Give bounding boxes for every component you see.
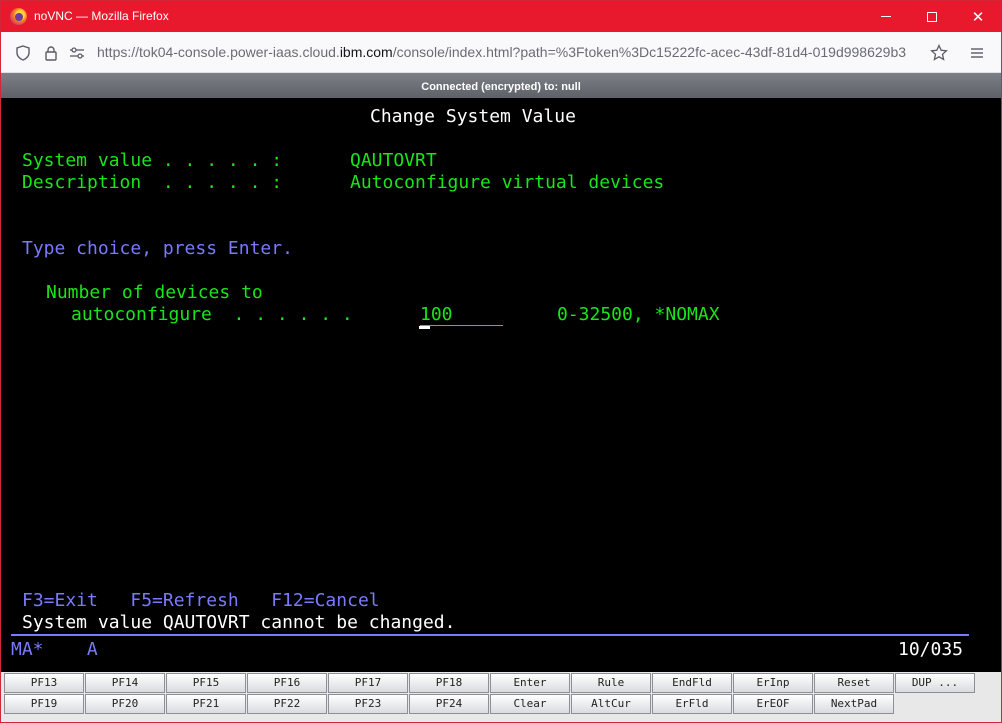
terminal-screen[interactable]: Change System Value System value . . . .… — [1, 98, 1001, 672]
window-title: noVNC — Mozilla Firefox — [34, 9, 169, 23]
hamburger-menu-icon[interactable] — [967, 43, 987, 63]
key-pf14[interactable]: PF14 — [85, 673, 165, 693]
key-pf23[interactable]: PF23 — [328, 694, 408, 714]
instruction-text: Type choice, press Enter. — [22, 238, 293, 259]
key-rule[interactable]: Rule — [571, 673, 651, 693]
bookmark-star-icon[interactable] — [929, 43, 949, 63]
url-prefix: https://tok04-console.power-iaas.cloud. — [97, 44, 340, 60]
field-label-line2: autoconfigure . . . . . . — [71, 304, 353, 325]
key-pf19[interactable]: PF19 — [4, 694, 84, 714]
function-keypad: PF13 PF14 PF15 PF16 PF17 PF18 Enter Rule… — [1, 672, 1001, 722]
key-clear[interactable]: Clear — [490, 694, 570, 714]
minimize-button[interactable] — [863, 1, 909, 32]
cursor-position: 10/035 — [898, 639, 964, 660]
description-value: Autoconfigure virtual devices — [350, 172, 665, 193]
key-enter[interactable]: Enter — [490, 673, 570, 693]
key-pf22[interactable]: PF22 — [247, 694, 327, 714]
key-pf24[interactable]: PF24 — [409, 694, 489, 714]
field-label-line1: Number of devices to — [46, 282, 263, 303]
screen-title: Change System Value — [370, 106, 576, 127]
key-pf13[interactable]: PF13 — [4, 673, 84, 693]
key-pf15[interactable]: PF15 — [166, 673, 246, 693]
key-erfld[interactable]: ErFld — [652, 694, 732, 714]
key-pf18[interactable]: PF18 — [409, 673, 489, 693]
key-pf21[interactable]: PF21 — [166, 694, 246, 714]
browser-window: noVNC — Mozilla Firefox ✕ https://tok04-… — [0, 0, 1002, 723]
key-reset[interactable]: Reset — [814, 673, 894, 693]
permissions-icon[interactable] — [67, 43, 87, 63]
key-dup[interactable]: DUP ... — [895, 673, 975, 693]
system-value-value: QAUTOVRT — [350, 150, 437, 171]
key-pf20[interactable]: PF20 — [85, 694, 165, 714]
key-pf17[interactable]: PF17 — [328, 673, 408, 693]
description-label: Description . . . . . : — [22, 172, 283, 193]
tracking-protection-shield-icon[interactable] — [13, 43, 33, 63]
text-cursor — [419, 326, 430, 329]
key-endfld[interactable]: EndFld — [652, 673, 732, 693]
field-range-hint: 0-32500, *NOMAX — [557, 304, 720, 325]
devices-input-field[interactable]: 100 — [420, 304, 503, 326]
key-pf16[interactable]: PF16 — [247, 673, 327, 693]
message-line: System value QAUTOVRT cannot be changed. — [22, 612, 456, 633]
status-indicators: MA* A — [11, 639, 98, 660]
url-suffix: /console/index.html?path=%3Ftoken%3Dc152… — [392, 44, 907, 60]
key-ereof[interactable]: ErEOF — [733, 694, 813, 714]
function-keys-legend: F3=Exit F5=Refresh F12=Cancel — [22, 590, 380, 611]
maximize-icon — [927, 11, 937, 22]
url-domain: ibm.com — [339, 44, 393, 60]
close-icon: ✕ — [971, 7, 985, 26]
minimize-icon — [881, 16, 891, 17]
system-value-label: System value . . . . . : — [22, 150, 283, 171]
vnc-connection-status: Connected (encrypted) to: null — [1, 73, 1001, 98]
key-erinp[interactable]: ErInp — [733, 673, 813, 693]
key-altcur[interactable]: AltCur — [571, 694, 651, 714]
navigation-bar: https://tok04-console.power-iaas.cloud.i… — [1, 32, 1001, 73]
maximize-button[interactable] — [909, 1, 955, 32]
url-bar[interactable]: https://tok04-console.power-iaas.cloud.i… — [97, 44, 907, 60]
title-bar: noVNC — Mozilla Firefox ✕ — [1, 1, 1001, 32]
key-nextpad[interactable]: NextPad — [814, 694, 894, 714]
firefox-logo-icon — [10, 8, 27, 25]
lock-icon[interactable] — [41, 43, 61, 63]
close-button[interactable]: ✕ — [955, 1, 1001, 32]
status-separator — [11, 634, 969, 636]
